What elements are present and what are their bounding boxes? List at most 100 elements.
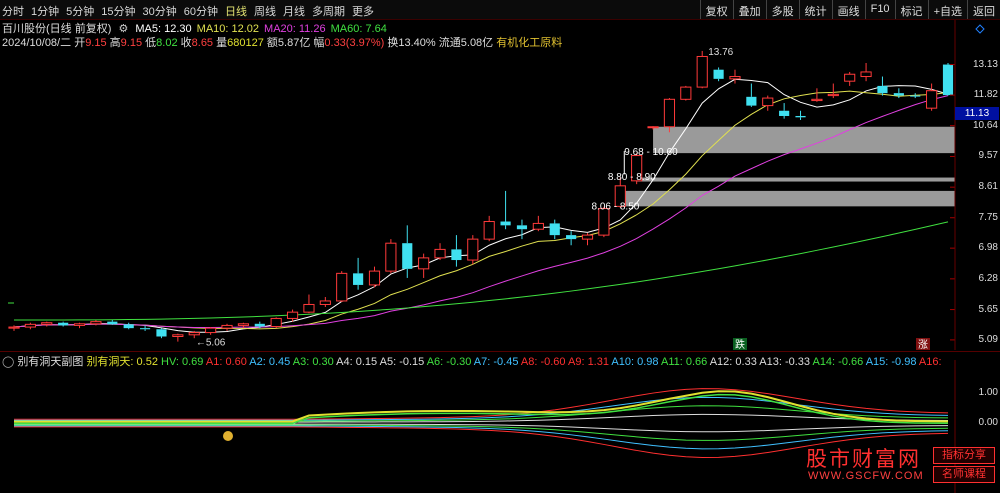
indicator-item-8: A7: -0.45 [471,356,519,368]
candle-body-16 [270,317,282,328]
close-value: 8.65 [191,37,214,49]
period-tab-5[interactable]: 60分钟 [184,6,218,18]
period-tabs: 分时 1分钟 5分钟 15分钟 30分钟 60分钟 日线 周线 月线 多周期 更多 [2,3,381,19]
indicator-item-12: A11: 0.66 [658,356,708,368]
indicator-item-15: A14: -0.66 [810,356,864,368]
candle-body-18 [303,303,315,313]
change-label: 幅 [313,37,325,49]
tool-button-5[interactable]: F10 [864,0,895,19]
indicator-item-11: A10: 0.98 [608,356,659,368]
period-tab-7[interactable]: 周线 [254,6,276,18]
watermark-url: WWW.GSCFW.COM [808,470,924,482]
period-tab-10[interactable]: 更多 [352,6,374,18]
candle-body-44 [729,76,741,80]
candle-body-52 [860,71,872,78]
diamond-marker [975,24,985,34]
period-tab-8[interactable]: 月线 [283,6,305,18]
ma10-line [13,90,949,330]
indicator-item-13: A12: 0.33 [707,356,757,368]
candle-body-37 [614,185,626,207]
price-tick-1: 11.82 [973,89,998,101]
indicator-item-16: A15: -0.98 [863,356,917,368]
candle-body-42 [696,55,708,88]
candle-body-29 [483,221,495,240]
close-label: 收 [180,37,192,49]
date-label: 2024/10/08/二 [2,37,72,49]
period-tab-9[interactable]: 多周期 [312,6,345,18]
tool-button-3[interactable]: 统计 [798,0,832,19]
open-value: 9.15 [85,37,107,49]
gap-zone-2 [636,177,955,182]
money-bag-icon [223,431,233,441]
indicator-hv-line [14,393,949,425]
tool-button-1[interactable]: 叠加 [732,0,766,19]
price-tick-4: 8.61 [978,181,998,193]
price-tick-3: 9.57 [978,150,998,162]
candle-body-11 [188,332,200,336]
tool-button-7[interactable]: +自选 [927,0,967,19]
band-line-2 [14,405,949,422]
tool-button-6[interactable]: 标记 [894,0,928,19]
teacher-course-badge[interactable]: 名师课程 [933,466,995,483]
indicator-item-3: A2: 0.45 [246,356,291,368]
price-tick-0: 13.13 [972,58,998,70]
candle-body-47 [779,110,790,116]
tool-buttons: 复权 叠加 多股 统计 画线 F10 标记 +自选 返回 [699,0,1000,19]
period-tab-3[interactable]: 15分钟 [101,6,135,18]
period-tab-2[interactable]: 5分钟 [66,6,94,18]
candle-body-31 [516,225,528,230]
band-line-1 [14,396,949,421]
volume-value: 680127 [227,37,264,49]
candle-body-43 [713,69,724,79]
amount-value: 额5.87亿 [266,37,311,49]
tool-button-4[interactable]: 画线 [831,0,865,19]
high-marker: 13.76 [708,47,733,58]
candle-body-45 [746,96,757,106]
tool-button-8[interactable]: 返回 [967,0,1000,19]
candle-body-1 [24,323,36,328]
candle-body-2 [41,322,53,325]
candle-body-15 [254,323,265,327]
gap-label-3: 8.06 - 8.50 [592,201,640,212]
float-value: 流通5.08亿 [438,37,494,49]
candle-body-34 [566,235,577,240]
period-tab-0[interactable]: 分时 [2,6,24,18]
candle-body-28 [467,238,479,261]
candle-body-40 [663,98,676,128]
candle-body-30 [500,221,511,226]
tool-button-0[interactable]: 复权 [699,0,733,19]
current-price-tag: 11.13 [955,106,999,120]
candle-body-55 [910,95,921,97]
indicator-title[interactable]: 别有洞天副图 [17,356,83,368]
candle-body-20 [336,272,348,302]
candle-body-3 [58,322,69,326]
low-label: 低 [145,37,157,49]
candle-body-14 [237,323,249,326]
candle-body-33 [549,223,560,236]
indicator-item-4: A3: 0.30 [290,356,334,368]
indicator-item-0: 别有洞天: 0.52 [86,356,158,368]
candle-body-5 [90,321,102,325]
sector-label[interactable]: 有机化工原料 [496,37,562,49]
period-tab-6[interactable]: 日线 [225,6,247,18]
indicator-toggle-icon[interactable]: ◯ [2,356,14,368]
gap-label-2: 8.80 - 8.90 [608,172,656,183]
candle-body-38 [631,155,643,182]
candle-body-13 [221,324,233,329]
gap-label-1: 9.68 - 10.60 [624,147,678,158]
tool-button-2[interactable]: 多股 [765,0,799,19]
watermark-logo: 股市财富网 WWW.GSCFW.COM [806,443,930,491]
indicator-share-badge[interactable]: 指标分享 [933,447,995,464]
ma20-line [13,95,949,329]
period-tab-1[interactable]: 1分钟 [31,6,59,18]
price-tick-5: 7.75 [978,211,998,223]
candle-body-39 [647,126,659,129]
indicator-main-line [14,390,949,423]
low-marker: ←5.06 [196,338,226,349]
panel-divider [0,351,1000,352]
candlestick-chart[interactable]: 13.76 ←5.06 9.68 - 10.60 8.80 - 8.90 8.06 - … [0,0,1000,493]
candle-body-54 [893,93,904,96]
ma60-line [13,221,949,321]
period-tab-4[interactable]: 30分钟 [143,6,177,18]
zhang-marker: 涨 [918,339,928,351]
